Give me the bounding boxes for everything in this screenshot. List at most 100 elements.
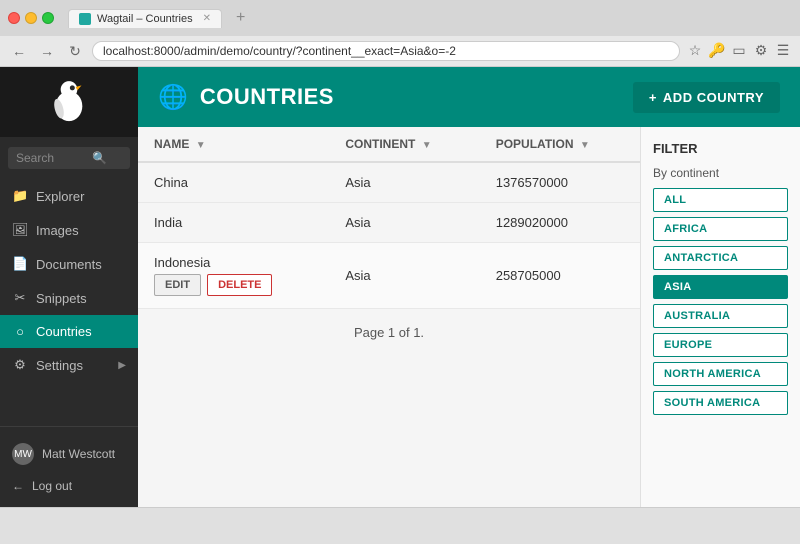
sidebar-item-countries[interactable]: ○ Countries xyxy=(0,315,138,348)
page-header-left: 🌐 COUNTRIES xyxy=(158,83,334,112)
address-bar[interactable]: localhost:8000/admin/demo/country/?conti… xyxy=(92,41,680,61)
filter-north-america[interactable]: NORTH AMERICA xyxy=(653,362,788,386)
edit-button[interactable]: EDIT xyxy=(154,274,201,296)
browser-toolbar: ← → ↻ localhost:8000/admin/demo/country/… xyxy=(0,36,800,66)
new-tab-button[interactable]: + xyxy=(228,6,253,30)
explorer-icon: 📁 xyxy=(12,188,28,204)
col-continent[interactable]: CONTINENT ▼ xyxy=(329,127,479,162)
logout-button[interactable]: ← Log out xyxy=(0,473,138,499)
table-row: Indonesia EDIT DELETE Asia 258705000 xyxy=(138,243,640,309)
countries-table: NAME ▼ CONTINENT ▼ POPULATION ▼ xyxy=(138,127,640,309)
row-continent: Asia xyxy=(329,162,479,203)
app: 🔍 📁 Explorer 🖼 Images 📄 Documents ✂ Snip… xyxy=(0,67,800,507)
row-population: 258705000 xyxy=(480,243,640,309)
settings-icon[interactable]: ⚙ xyxy=(752,42,770,60)
forward-button[interactable]: → xyxy=(36,40,58,62)
name-sort-icon: ▼ xyxy=(196,140,206,151)
snippets-icon: ✂ xyxy=(12,290,28,306)
sidebar-logo xyxy=(0,67,138,137)
col-population[interactable]: POPULATION ▼ xyxy=(480,127,640,162)
tab-favicon xyxy=(79,13,91,25)
search-icon: 🔍 xyxy=(92,151,107,165)
sidebar-item-snippets[interactable]: ✂ Snippets xyxy=(0,281,138,315)
sidebar-item-label: Explorer xyxy=(36,189,84,204)
filter-all[interactable]: ALL xyxy=(653,188,788,212)
table-body: China Asia 1376570000 India Asia 1289020… xyxy=(138,162,640,309)
logout-label: Log out xyxy=(32,479,72,493)
footer-bar xyxy=(0,507,800,544)
browser-tab[interactable]: Wagtail – Countries ✕ xyxy=(68,9,222,28)
screen-share-icon[interactable]: ▭ xyxy=(730,42,748,60)
address-text: localhost:8000/admin/demo/country/?conti… xyxy=(103,44,456,58)
tab-close-icon[interactable]: ✕ xyxy=(203,13,211,24)
filter-title: FILTER xyxy=(653,141,788,156)
row-population: 1289020000 xyxy=(480,203,640,243)
table-header-row: NAME ▼ CONTINENT ▼ POPULATION ▼ xyxy=(138,127,640,162)
row-name: China xyxy=(138,162,329,203)
col-continent-label: CONTINENT xyxy=(345,137,415,151)
wagtail-logo xyxy=(44,77,94,127)
population-sort-icon: ▼ xyxy=(580,140,590,151)
pagination: Page 1 of 1. xyxy=(138,309,640,356)
content-area: NAME ▼ CONTINENT ▼ POPULATION ▼ xyxy=(138,127,800,507)
filter-south-america[interactable]: SOUTH AMERICA xyxy=(653,391,788,415)
sidebar-nav: 📁 Explorer 🖼 Images 📄 Documents ✂ Snippe… xyxy=(0,179,138,426)
table-row: India Asia 1289020000 xyxy=(138,203,640,243)
sidebar-item-documents[interactable]: 📄 Documents xyxy=(0,247,138,281)
row-name: India xyxy=(138,203,329,243)
row-continent: Asia xyxy=(329,243,479,309)
countries-icon: ○ xyxy=(12,324,28,339)
globe-icon: 🌐 xyxy=(158,83,188,112)
browser-chrome: Wagtail – Countries ✕ + ← → ↻ localhost:… xyxy=(0,0,800,67)
add-country-button[interactable]: + ADD COUNTRY xyxy=(633,82,780,113)
row-population: 1376570000 xyxy=(480,162,640,203)
sidebar-item-explorer[interactable]: 📁 Explorer xyxy=(0,179,138,213)
settings-arrow-icon: ▶ xyxy=(118,360,126,371)
table-header: NAME ▼ CONTINENT ▼ POPULATION ▼ xyxy=(138,127,640,162)
reload-button[interactable]: ↻ xyxy=(64,40,86,62)
sidebar-item-images[interactable]: 🖼 Images xyxy=(0,213,138,247)
extensions-icon[interactable]: 🔑 xyxy=(708,42,726,60)
delete-button[interactable]: DELETE xyxy=(207,274,272,296)
settings-nav-inner: ⚙ Settings xyxy=(12,357,83,373)
table-area: NAME ▼ CONTINENT ▼ POPULATION ▼ xyxy=(138,127,640,507)
filter-sidebar: FILTER By continent ALL AFRICA ANTARCTIC… xyxy=(640,127,800,507)
search-input[interactable] xyxy=(16,151,86,165)
settings-nav-icon: ⚙ xyxy=(12,357,28,373)
menu-icon[interactable]: ☰ xyxy=(774,42,792,60)
tab-title: Wagtail – Countries xyxy=(97,13,193,25)
sidebar-item-label: Snippets xyxy=(36,291,87,306)
continent-sort-icon: ▼ xyxy=(422,140,432,151)
browser-dots xyxy=(8,12,54,24)
table-row: China Asia 1376570000 xyxy=(138,162,640,203)
close-dot[interactable] xyxy=(8,12,20,24)
sidebar: 🔍 📁 Explorer 🖼 Images 📄 Documents ✂ Snip… xyxy=(0,67,138,507)
plus-icon: + xyxy=(649,90,657,105)
logout-arrow-icon: ← xyxy=(12,479,24,493)
page-title: COUNTRIES xyxy=(200,84,334,110)
images-icon: 🖼 xyxy=(12,222,28,238)
back-button[interactable]: ← xyxy=(8,40,30,62)
filter-australia[interactable]: AUSTRALIA xyxy=(653,304,788,328)
documents-icon: 📄 xyxy=(12,256,28,272)
filter-antarctica[interactable]: ANTARCTICA xyxy=(653,246,788,270)
maximize-dot[interactable] xyxy=(42,12,54,24)
main-content: 🌐 COUNTRIES + ADD COUNTRY NAME ▼ xyxy=(138,67,800,507)
filter-europe[interactable]: EUROPE xyxy=(653,333,788,357)
row-actions: EDIT DELETE xyxy=(154,274,313,296)
browser-titlebar: Wagtail – Countries ✕ + xyxy=(0,0,800,36)
col-population-label: POPULATION xyxy=(496,137,574,151)
minimize-dot[interactable] xyxy=(25,12,37,24)
sidebar-item-label: Images xyxy=(36,223,79,238)
sidebar-item-label: Documents xyxy=(36,257,102,272)
bookmark-icon[interactable]: ☆ xyxy=(686,42,704,60)
add-country-label: ADD COUNTRY xyxy=(663,90,764,105)
col-name-label: NAME xyxy=(154,137,189,151)
sidebar-item-settings[interactable]: ⚙ Settings ▶ xyxy=(0,348,138,382)
filter-asia[interactable]: ASIA xyxy=(653,275,788,299)
col-name[interactable]: NAME ▼ xyxy=(138,127,329,162)
sidebar-item-label: Settings xyxy=(36,358,83,373)
sidebar-search[interactable]: 🔍 xyxy=(8,147,130,169)
filter-africa[interactable]: AFRICA xyxy=(653,217,788,241)
toolbar-icons: ☆ 🔑 ▭ ⚙ ☰ xyxy=(686,42,792,60)
